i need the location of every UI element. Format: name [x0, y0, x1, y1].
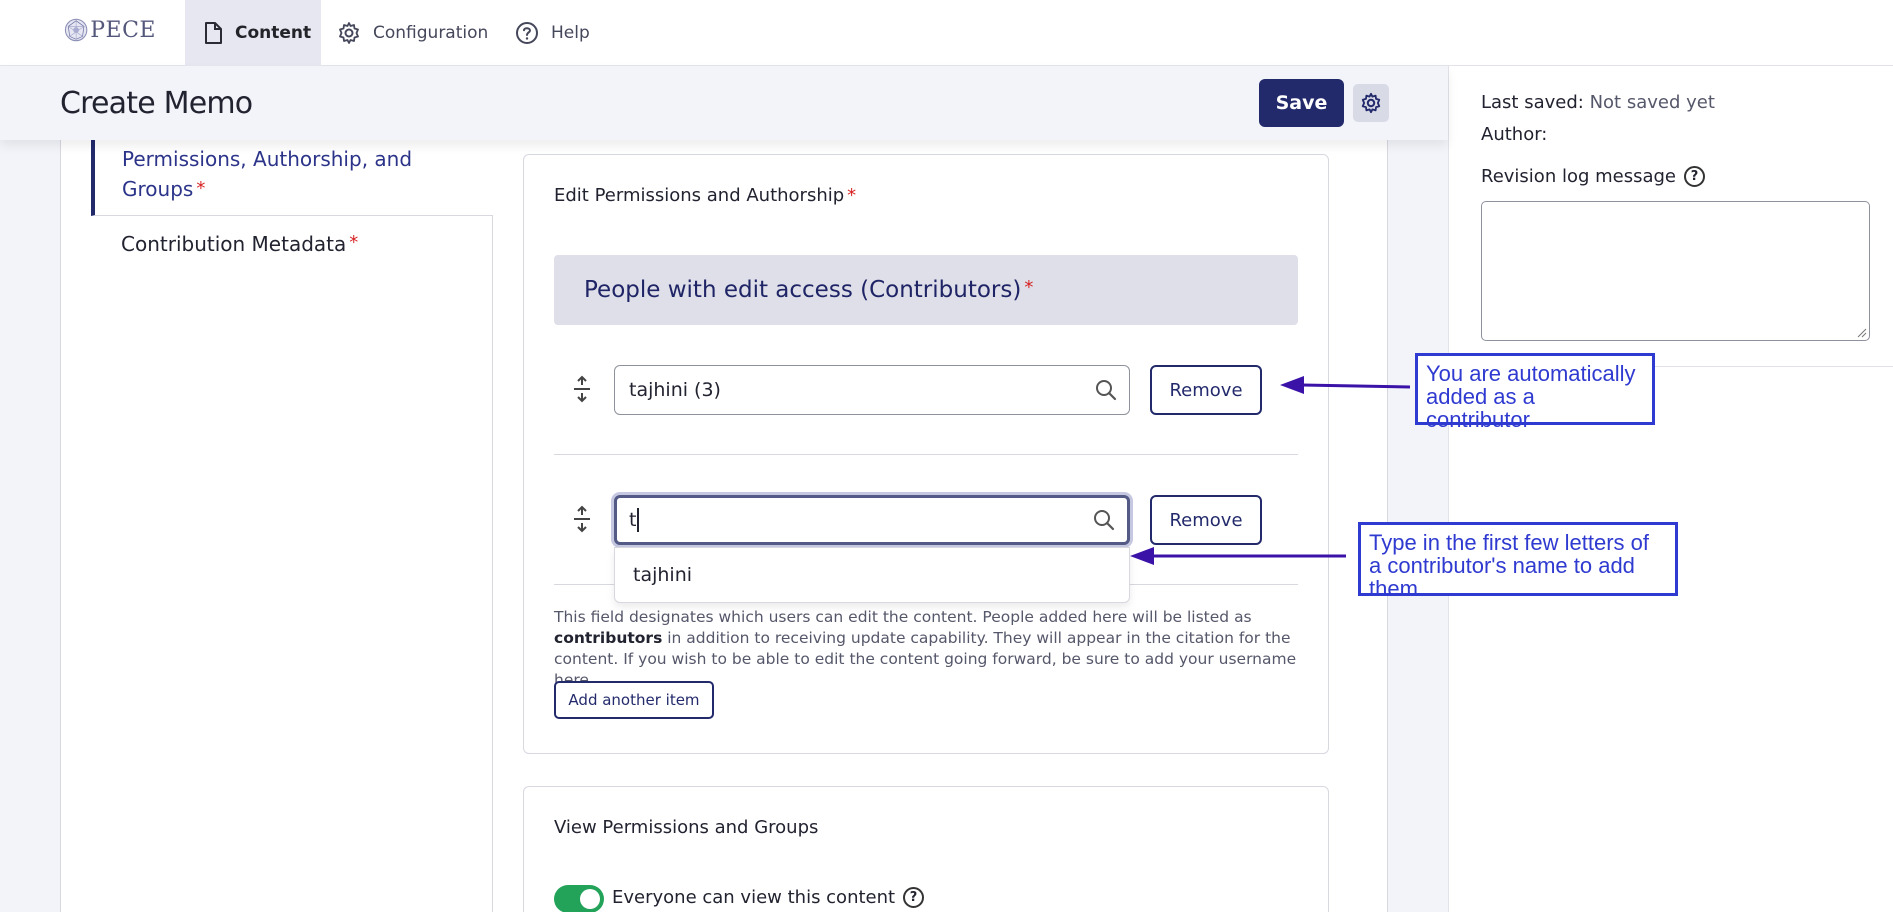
vertical-tab-label: Contribution Metadata: [121, 232, 347, 256]
nav-tab-label: Configuration: [373, 23, 489, 43]
autocomplete-option[interactable]: tajhini: [633, 564, 692, 586]
remove-button[interactable]: Remove: [1150, 495, 1262, 545]
pece-logo[interactable]: PECE: [64, 12, 156, 48]
nav-tab-label: Content: [235, 23, 312, 43]
add-another-item-button[interactable]: Add another item: [554, 681, 714, 719]
edit-permissions-fieldset: Edit Permissions and Authorship * People …: [523, 154, 1329, 754]
table-row: t Remove tajhini: [554, 455, 1298, 603]
vertical-tab-contribution-metadata[interactable]: Contribution Metadata *: [121, 232, 358, 256]
remove-button[interactable]: Remove: [1150, 365, 1262, 415]
settings-button[interactable]: [1353, 84, 1389, 122]
fieldset-legend: View Permissions and Groups: [554, 817, 819, 838]
search-icon: [1096, 380, 1117, 401]
toggle-label: Everyone can view this content ?: [612, 887, 925, 908]
document-icon: [205, 22, 222, 44]
table-row: tajhini (3) Remove: [554, 325, 1298, 455]
required-marker: *: [196, 178, 206, 199]
annotation-note: You are automatically added as a contrib…: [1415, 353, 1655, 431]
last-saved: Last saved: Not saved yet: [1481, 92, 1715, 113]
required-marker: *: [847, 185, 857, 206]
table-header-label: People with edit access (Contributors): [584, 277, 1022, 303]
required-marker: *: [1024, 277, 1034, 298]
contributor-autocomplete-input-focused[interactable]: t: [614, 495, 1130, 545]
gear-icon: [1361, 92, 1381, 114]
vertical-tab-permissions[interactable]: Permissions, Authorship, and Groups *: [91, 140, 493, 216]
text-caret: [637, 508, 640, 532]
input-value: t: [629, 509, 637, 531]
drag-handle-icon[interactable]: [572, 375, 592, 403]
gear-icon: [339, 22, 359, 44]
contributor-autocomplete-input[interactable]: tajhini (3): [614, 365, 1130, 415]
nav-tab-configuration[interactable]: Configuration: [337, 0, 488, 66]
form-card: Permissions, Authorship, and Groups * Con…: [60, 140, 1388, 912]
last-saved-value: Not saved yet: [1589, 92, 1715, 113]
revision-log-label: Revision log message ?: [1481, 166, 1706, 187]
field-description: This field designates which users can ed…: [554, 608, 1297, 689]
revision-log-textarea[interactable]: [1481, 201, 1870, 341]
help-circle-icon: [516, 22, 538, 44]
nav-tab-content[interactable]: Content: [185, 0, 321, 66]
logo-text: PECE: [90, 17, 156, 43]
view-permissions-fieldset: View Permissions and Groups Everyone can…: [523, 786, 1329, 912]
page-title: Create Memo: [60, 86, 253, 121]
meta-sidebar: Last saved: Not saved yet Author: Revisi…: [1448, 66, 1893, 912]
nav-tab-help[interactable]: Help: [515, 0, 590, 66]
required-marker: *: [349, 232, 359, 253]
vertical-tabs: Permissions, Authorship, and Groups * Con…: [91, 140, 493, 912]
input-value: tajhini (3): [629, 379, 721, 401]
help-icon[interactable]: ?: [903, 887, 925, 908]
author-label: Author:: [1481, 124, 1548, 145]
contributors-table-header: People with edit access (Contributors) *: [554, 255, 1298, 325]
annotation-note: Type in the first few letters of a contr…: [1358, 522, 1678, 600]
vertical-tab-label: Permissions, Authorship, and Groups: [122, 147, 413, 201]
nav-tab-label: Help: [551, 23, 590, 43]
fieldset-legend: Edit Permissions and Authorship *: [554, 185, 857, 206]
help-icon[interactable]: ?: [1684, 166, 1706, 187]
page-header: Create Memo Save: [0, 66, 1448, 140]
search-icon: [1094, 510, 1115, 531]
public-view-toggle[interactable]: [554, 885, 604, 912]
drag-handle-icon[interactable]: [572, 505, 592, 533]
main-region: Create Memo Save Permissions, Authorship…: [0, 66, 1448, 912]
autocomplete-dropdown: tajhini: [614, 547, 1130, 603]
logo-mark-icon: [64, 18, 88, 42]
resize-grip-icon[interactable]: [1857, 328, 1867, 338]
save-button[interactable]: Save: [1259, 79, 1344, 127]
top-navigation-bar: PECE Content Configuration Help: [0, 0, 1893, 66]
